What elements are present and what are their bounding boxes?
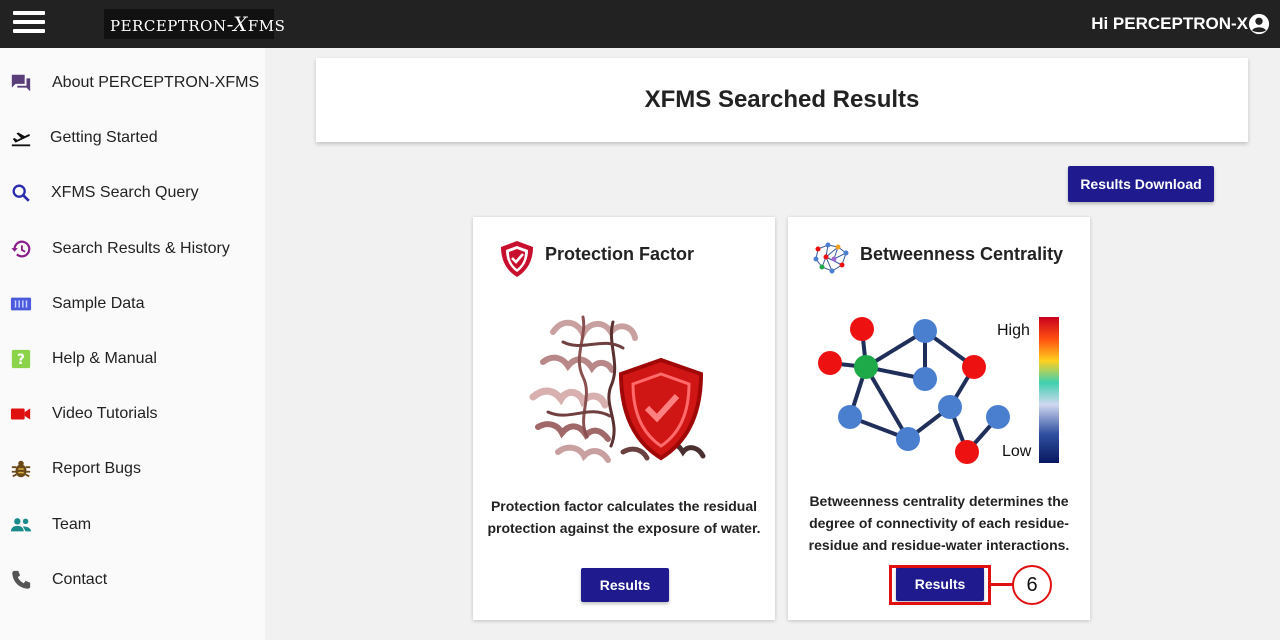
network-graph-illustration: High Low [818, 317, 1059, 464]
bug-icon [11, 460, 31, 478]
results-download-button[interactable]: Results Download [1068, 166, 1214, 202]
step-number-badge: 6 [1012, 565, 1052, 605]
chat-icon [11, 74, 31, 92]
logo-text: -X [226, 12, 248, 36]
sidebar-item-getting-started[interactable]: Getting Started [0, 117, 265, 157]
user-greeting[interactable]: Hi PERCEPTRON-X [1091, 14, 1248, 34]
protection-factor-card: Protection Factor Protection factor calc… [473, 217, 775, 620]
sidebar-item-help[interactable]: ? Help & Manual [0, 338, 265, 378]
page-title: XFMS Searched Results [644, 86, 920, 113]
protein-shield-illustration [529, 315, 706, 463]
sidebar-item-label: Help & Manual [52, 350, 157, 367]
sidebar-item-label: About PERCEPTRON-XFMS [52, 74, 260, 91]
card-description: Betweenness centrality determines the de… [808, 493, 1070, 553]
video-camera-icon [10, 408, 31, 420]
search-icon [12, 184, 30, 202]
sidebar-item-label: Video Tutorials [52, 405, 158, 422]
sidebar-item-label: Team [52, 516, 92, 533]
svg-text:?: ? [17, 352, 25, 368]
history-icon [11, 240, 31, 258]
help-icon: ? [11, 349, 31, 369]
card-description: Protection factor calculates the residua… [487, 498, 761, 536]
highlight-box [889, 565, 991, 605]
sidebar-item-label: XFMS Search Query [51, 184, 199, 201]
card-title: Betweenness Centrality [860, 244, 1064, 264]
legend-high-label: High [997, 322, 1030, 339]
sidebar-item-sample-data[interactable]: Sample Data [0, 283, 265, 323]
account-circle-icon[interactable] [1248, 13, 1270, 35]
annotation-connector [991, 583, 1013, 586]
sidebar-item-label: Sample Data [52, 295, 145, 312]
sidebar-item-contact[interactable]: Contact [0, 559, 265, 599]
menu-icon[interactable] [13, 11, 45, 35]
sidebar-item-label: Getting Started [50, 129, 158, 146]
sidebar-item-label: Report Bugs [52, 460, 141, 477]
sidebar-item-video-tutorials[interactable]: Video Tutorials [0, 393, 265, 433]
sidebar-item-report-bugs[interactable]: Report Bugs [0, 448, 265, 488]
betweenness-centrality-card: Betweenness Centrality High Low Betweenn… [788, 217, 1090, 620]
legend-low-label: Low [1002, 443, 1032, 460]
team-icon [10, 518, 32, 532]
sidebar-nav: About PERCEPTRON-XFMS Getting Started XF… [0, 48, 265, 640]
protection-factor-results-button[interactable]: Results [581, 568, 669, 602]
sidebar-item-label: Search Results & History [52, 240, 230, 257]
sidebar-item-team[interactable]: Team [0, 504, 265, 544]
shield-icon [501, 241, 533, 277]
logo-text: PERCEPTRON [110, 17, 227, 35]
top-app-bar: PERCEPTRON-XFMS Hi PERCEPTRON-X [0, 0, 1280, 48]
sidebar-item-label: Contact [52, 571, 108, 588]
card-title: Protection Factor [545, 244, 695, 264]
page-header-card: XFMS Searched Results [316, 58, 1248, 142]
flight-takeoff-icon [11, 132, 31, 147]
data-table-icon [10, 297, 32, 311]
phone-icon [12, 570, 31, 589]
sidebar-item-search-query[interactable]: XFMS Search Query [0, 172, 265, 212]
sidebar-item-about[interactable]: About PERCEPTRON-XFMS [0, 62, 265, 102]
app-logo[interactable]: PERCEPTRON-XFMS [104, 9, 285, 39]
sidebar-item-search-history[interactable]: Search Results & History [0, 228, 265, 268]
network-icon [813, 242, 849, 274]
logo-text: FMS [247, 17, 286, 35]
